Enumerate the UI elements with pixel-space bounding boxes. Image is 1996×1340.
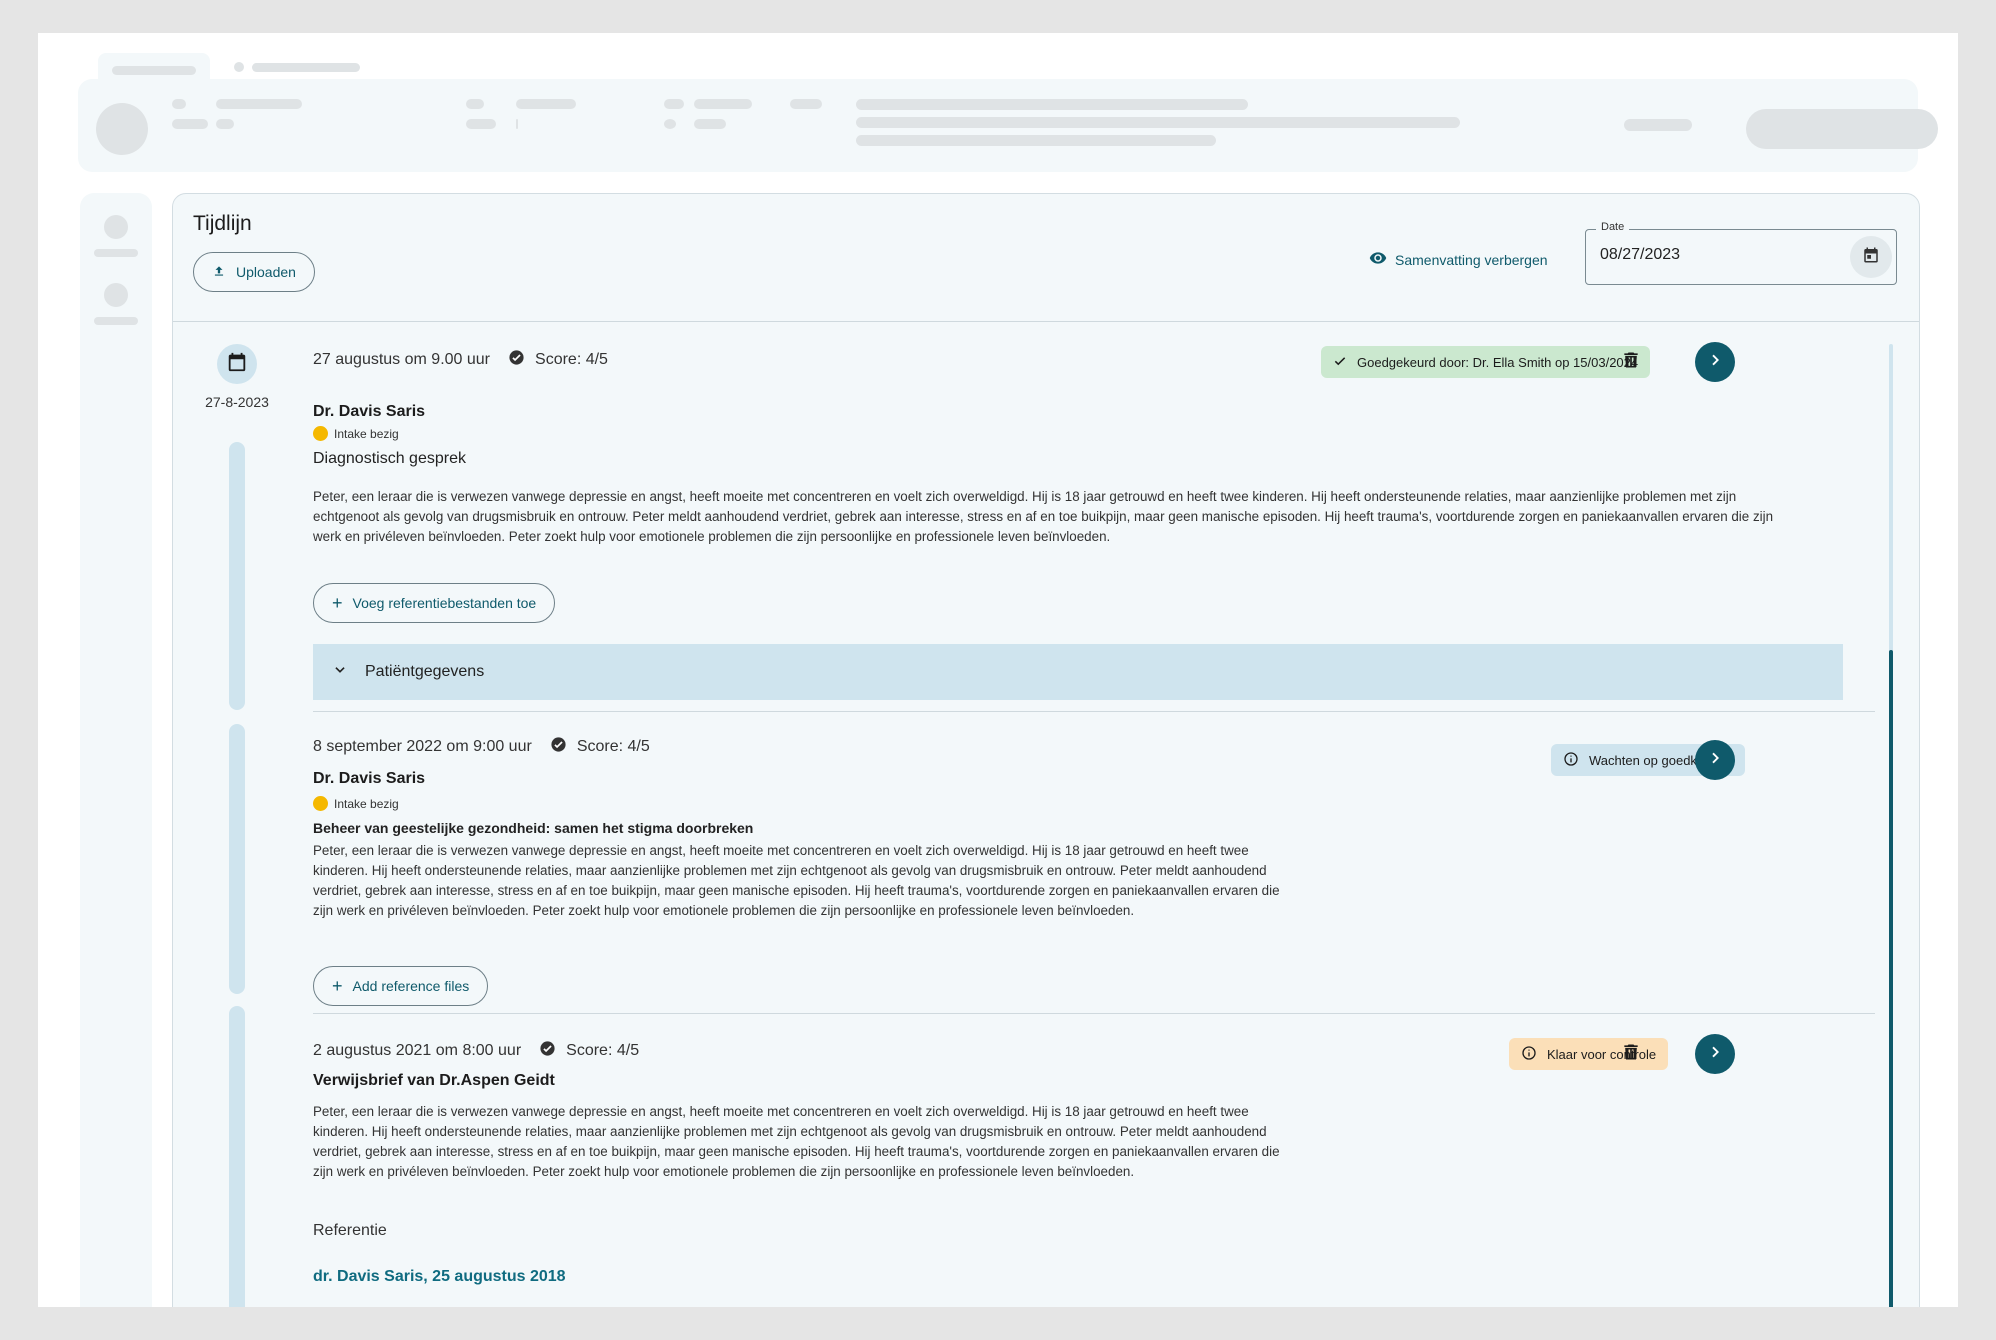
upload-button-label: Uploaden [236, 264, 296, 280]
date-field[interactable]: Date [1585, 221, 1897, 285]
entry-meta: 2 augustus 2021 om 8:00 uur Score: 4/5 [313, 1040, 639, 1062]
add-reference-files-label: Add reference files [352, 978, 470, 994]
status-dot [313, 796, 328, 811]
status-badge-approved: Goedgekeurd door: Dr. Ella Smith op 15/0… [1321, 346, 1651, 378]
upload-icon [212, 264, 226, 281]
reference-link[interactable]: dr. Davis Saris, 25 augustus 2018 [313, 1268, 566, 1286]
open-entry-button[interactable] [1695, 342, 1735, 382]
entry-summary: Peter, een leraar die is verwezen vanweg… [313, 489, 1774, 544]
date-input[interactable] [1600, 246, 1830, 264]
entry-datetime: 8 september 2022 om 9:00 uur [313, 738, 532, 755]
status-chip: Intake bezig [313, 796, 399, 811]
add-reference-files-label: Voeg referentiebestanden toe [352, 595, 537, 611]
open-entry-button[interactable] [1695, 740, 1735, 780]
date-field-label: Date [1596, 221, 1630, 233]
timeline-entry: 8 september 2022 om 9:00 uur Score: 4/5 … [313, 724, 1875, 1014]
reference-heading: Referentie [313, 1222, 387, 1239]
scrollbar-thumb[interactable] [1889, 650, 1893, 1307]
info-icon [1563, 751, 1579, 770]
date-picker-button[interactable] [1850, 236, 1892, 278]
delete-button[interactable] [1615, 346, 1647, 378]
plus-icon: + [332, 976, 343, 996]
entry-datetime: 27 augustus om 9.00 uur [313, 351, 491, 368]
nav-rail-item-icon [104, 283, 128, 307]
chevron-right-icon [1707, 1044, 1723, 1065]
patient-header-skeleton [78, 79, 1938, 172]
check-circle-icon [550, 736, 567, 758]
check-circle-icon [508, 349, 525, 371]
plus-icon: + [332, 593, 343, 613]
status-chip-label: Intake bezig [334, 796, 399, 811]
upload-button[interactable]: Uploaden [193, 252, 315, 292]
trash-icon [1621, 1042, 1641, 1067]
entry-score: Score: 4/5 [539, 1040, 639, 1062]
tab-skeleton-dot [234, 62, 244, 72]
check-icon [1333, 354, 1347, 371]
avatar [96, 103, 148, 155]
entry-summary: Peter, een leraar die is verwezen vanweg… [313, 1104, 1280, 1179]
timeline-header: Tijdlijn Uploaden Samenvatting verbergen… [173, 194, 1919, 322]
entry-score-label: Score: 4/5 [566, 1042, 640, 1059]
entry-subtitle: Diagnostisch gesprek [313, 450, 466, 467]
timeline-entry: 2 augustus 2021 om 8:00 uur Score: 4/5 K… [313, 1016, 1875, 1307]
calendar-icon [226, 351, 248, 378]
timeline-panel: Tijdlijn Uploaden Samenvatting verbergen… [172, 193, 1920, 1307]
hide-summary-toggle[interactable]: Samenvatting verbergen [1369, 249, 1548, 270]
info-icon [1521, 1045, 1537, 1064]
add-reference-files-button[interactable]: + Voeg referentiebestanden toe [313, 583, 556, 623]
patient-details-accordion[interactable]: Patiëntgegevens [313, 644, 1843, 700]
status-chip: Intake bezig [313, 426, 399, 441]
entry-score-label: Score: 4/5 [535, 351, 608, 368]
status-badge-label: Goedgekeurd door: Dr. Ella Smith op 15/0… [1357, 354, 1639, 370]
entry-meta: 27 augustus om 9.00 uur Score: 4/5 [313, 349, 608, 371]
delete-button[interactable] [1615, 1038, 1647, 1070]
eye-icon [1369, 249, 1387, 270]
accordion-label: Patiëntgegevens [365, 663, 485, 680]
nav-rail-item-icon [104, 215, 128, 239]
trash-icon [1621, 350, 1641, 375]
entry-summary: Peter, een leraar die is verwezen vanweg… [313, 843, 1280, 918]
timeline-segment [229, 442, 245, 710]
add-reference-files-button[interactable]: + Add reference files [313, 966, 489, 1006]
timeline-segment [229, 1006, 245, 1307]
open-entry-button[interactable] [1695, 1034, 1735, 1074]
chevron-right-icon [1707, 750, 1723, 771]
hide-summary-label: Samenvatting verbergen [1395, 251, 1548, 268]
page-title: Tijdlijn [193, 212, 252, 235]
timeline-calendar-marker [217, 344, 257, 384]
entry-author: Verwijsbrief van Dr.Aspen Geidt [313, 1072, 555, 1089]
chevron-right-icon [1707, 352, 1723, 373]
entry-meta: 8 september 2022 om 9:00 uur Score: 4/5 [313, 736, 650, 758]
entry-author: Dr. Davis Saris [313, 403, 426, 420]
calendar-icon [1862, 246, 1880, 269]
timeline-date-marker: 27-8-2023 [205, 394, 269, 410]
status-dot [313, 426, 328, 441]
action-button-skeleton [1746, 109, 1938, 149]
app-window: Tijdlijn Uploaden Samenvatting verbergen… [38, 33, 1958, 1307]
timeline-entry: 27 augustus om 9.00 uur Score: 4/5 Goedg… [313, 342, 1875, 712]
entry-score: Score: 4/5 [508, 349, 608, 371]
entry-subtitle: Beheer van geestelijke gezondheid: samen… [313, 820, 754, 836]
entry-author: Dr. Davis Saris [313, 770, 426, 787]
entry-score-label: Score: 4/5 [576, 738, 650, 755]
tab-skeleton-label [252, 63, 360, 72]
entry-score: Score: 4/5 [550, 736, 650, 758]
check-circle-icon [539, 1040, 556, 1062]
timeline-segment [229, 724, 245, 994]
nav-rail-skeleton [80, 193, 152, 1307]
entry-datetime: 2 augustus 2021 om 8:00 uur [313, 1042, 522, 1059]
chevron-down-icon [333, 663, 347, 682]
status-chip-label: Intake bezig [334, 426, 399, 441]
